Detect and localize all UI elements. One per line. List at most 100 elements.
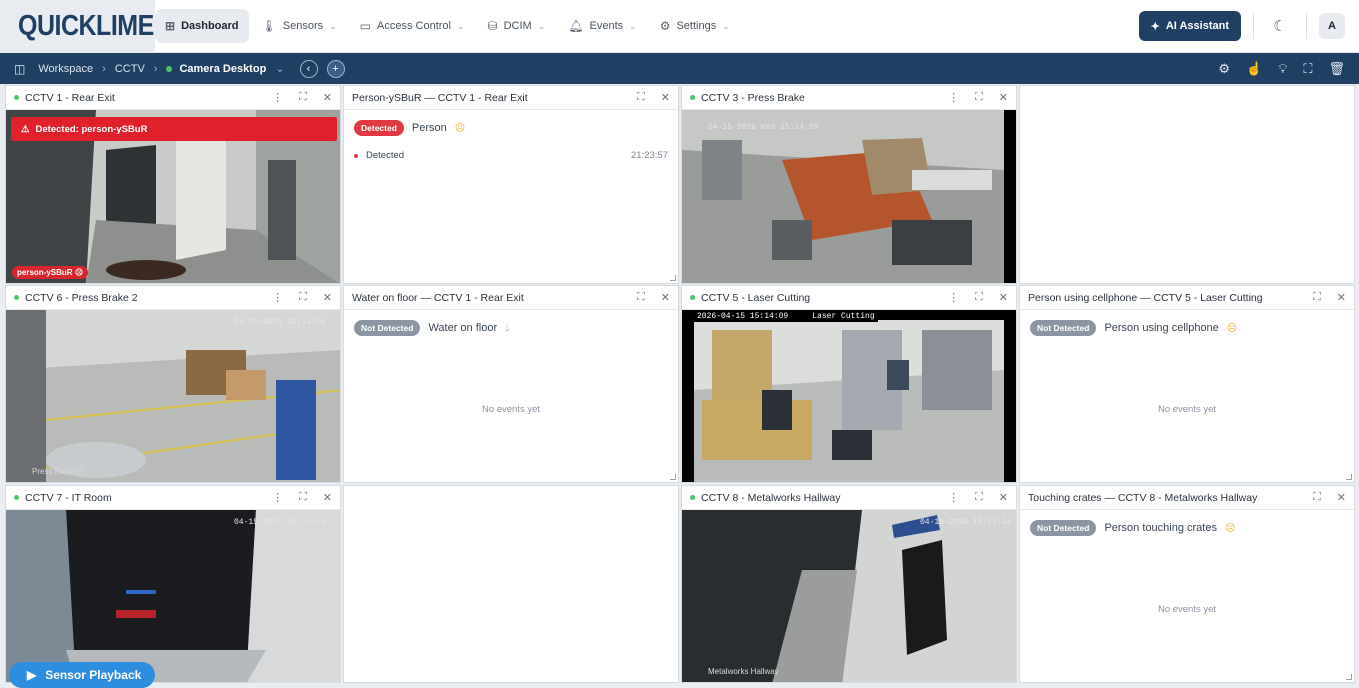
nav-access-control[interactable]: ▭ Access Control ⌄	[350, 9, 475, 43]
camera-panel-cctv5[interactable]: CCTV 5 - Laser Cutting ⋮ ⛶ ✕ 2026-04-15 15…	[681, 285, 1017, 483]
close-icon[interactable]: ✕	[661, 91, 670, 104]
nav-dcim[interactable]: ⛁ DCIM ⌄	[478, 9, 556, 43]
event-panel-cellphone[interactable]: Person using cellphone — CCTV 5 - Laser …	[1019, 285, 1355, 483]
lightbulb-icon[interactable]: 💡︎	[1278, 61, 1287, 77]
online-dot	[14, 295, 19, 300]
nav-dashboard[interactable]: ⊞ Dashboard	[155, 9, 249, 43]
resize-handle[interactable]	[670, 275, 676, 281]
panel-header: Person-ySBuR — CCTV 1 - Rear Exit ⛶ ✕	[344, 86, 678, 110]
ai-assistant-button[interactable]: ✦ AI Assistant	[1138, 11, 1241, 41]
resize-handle[interactable]	[1346, 674, 1352, 680]
app-logo[interactable]: QUICKLIME	[0, 0, 155, 57]
camera-feed[interactable]: ⚠ Detected: person-ySBuR person-ySBuR ☹	[6, 110, 340, 283]
sidebar-toggle-icon[interactable]: ◫	[14, 62, 25, 76]
expand-icon[interactable]: ⛶	[299, 291, 307, 304]
more-icon[interactable]: ⋮	[948, 91, 959, 104]
close-icon[interactable]: ✕	[1337, 491, 1346, 504]
back-button[interactable]: ‹	[299, 59, 318, 78]
event-dot	[354, 153, 358, 158]
avatar[interactable]: A	[1319, 13, 1345, 39]
camera-feed[interactable]: 2026-04-15 15:14:09 Laser Cutting	[682, 310, 1016, 482]
panel-title: Water on floor — CCTV 1 - Rear Exit	[352, 291, 524, 304]
camera-name-overlay: Press Brake 2	[32, 467, 83, 476]
event-panel-water[interactable]: Water on floor — CCTV 1 - Rear Exit ⛶ ✕ N…	[343, 285, 679, 483]
sensor-playback-label: Sensor Playback	[45, 668, 142, 682]
more-icon[interactable]: ⋮	[272, 291, 283, 304]
gear-icon[interactable]: ⚙	[1218, 61, 1230, 77]
camera-feed[interactable]: 04-15-2026 15:14:14 Press Brake 2	[6, 310, 340, 482]
trash-icon[interactable]: 🗑︎	[1328, 61, 1345, 77]
expand-icon[interactable]: ⛶	[299, 91, 307, 104]
camera-timestamp: 04-15-2026 15:14:14	[234, 518, 326, 527]
nav-access-control-label: Access Control	[377, 20, 451, 32]
resize-handle[interactable]	[670, 474, 676, 480]
close-icon[interactable]: ✕	[661, 291, 670, 304]
breadcrumb-current[interactable]: Camera Desktop	[179, 63, 266, 75]
close-icon[interactable]: ✕	[999, 91, 1008, 104]
panel-header: CCTV 1 - Rear Exit ⋮ ⛶ ✕	[6, 86, 340, 110]
expand-icon[interactable]: ⛶	[637, 91, 645, 104]
hand-icon[interactable]: ☝	[1246, 61, 1262, 77]
more-icon[interactable]: ⋮	[948, 491, 959, 504]
expand-icon[interactable]: ⛶	[975, 91, 983, 104]
close-icon[interactable]: ✕	[323, 491, 332, 504]
expand-icon[interactable]: ⛶	[1313, 291, 1321, 304]
nav-sensors[interactable]: 🌡︎ Sensors ⌄	[252, 9, 347, 43]
play-icon: ▶	[27, 668, 37, 682]
resize-handle[interactable]	[1346, 474, 1352, 480]
close-icon[interactable]: ✕	[323, 91, 332, 104]
sensor-playback-button[interactable]: ▶ Sensor Playback	[9, 662, 155, 688]
close-icon[interactable]: ✕	[999, 491, 1008, 504]
panel-title: CCTV 5 - Laser Cutting	[701, 291, 811, 304]
close-icon[interactable]: ✕	[1337, 291, 1346, 304]
camera-scene	[6, 510, 340, 682]
camera-panel-cctv1[interactable]: CCTV 1 - Rear Exit ⋮ ⛶ ✕ ⚠ Detected: perso…	[5, 85, 341, 284]
empty-slot	[343, 485, 679, 683]
divider	[1253, 13, 1254, 39]
camera-feed[interactable]: 04-15-2026 Wed 15:14:09	[682, 110, 1016, 283]
fullscreen-icon[interactable]: ⛶	[1303, 61, 1312, 77]
breadcrumb-cctv[interactable]: CCTV	[115, 63, 145, 75]
panel-header: CCTV 3 - Press Brake ⋮ ⛶ ✕	[682, 86, 1016, 110]
panel-title: Person using cellphone — CCTV 5 - Laser …	[1028, 291, 1263, 304]
chevron-down-icon[interactable]: ⌄	[275, 62, 284, 75]
camera-panel-cctv7[interactable]: CCTV 7 - IT Room ⋮ ⛶ ✕ 04-15-2026 15:14:14	[5, 485, 341, 683]
divider	[1306, 13, 1307, 39]
camera-panel-cctv6[interactable]: CCTV 6 - Press Brake 2 ⋮ ⛶ ✕ 04-15-2026 15…	[5, 285, 341, 483]
chevron-down-icon: ⌄	[537, 20, 546, 31]
event-panel-person[interactable]: Person-ySBuR — CCTV 1 - Rear Exit ⛶ ✕ Det…	[343, 85, 679, 284]
camera-feed[interactable]: 04-15-2026 15:14:14 Metalworks Hallway	[682, 510, 1016, 682]
expand-icon[interactable]: ⛶	[299, 491, 307, 504]
close-icon[interactable]: ✕	[999, 291, 1008, 304]
camera-panel-cctv8[interactable]: CCTV 8 - Metalworks Hallway ⋮ ⛶ ✕ 04-15-20…	[681, 485, 1017, 683]
breadcrumb-workspace[interactable]: Workspace	[38, 63, 93, 75]
panel-header: Water on floor — CCTV 1 - Rear Exit ⛶ ✕	[344, 286, 678, 310]
nav-dcim-label: DCIM	[503, 20, 532, 32]
top-navbar: QUICKLIME ⊞ Dashboard 🌡︎ Sensors ⌄ ▭ Acc…	[0, 0, 1359, 57]
camera-panel-cctv3[interactable]: CCTV 3 - Press Brake ⋮ ⛶ ✕ 04-15-2026 Wed …	[681, 85, 1017, 284]
detection-alert: ⚠ Detected: person-ySBuR	[11, 117, 337, 141]
expand-icon[interactable]: ⛶	[1313, 491, 1321, 504]
nav-settings[interactable]: ⚙ Settings ⌄	[650, 9, 740, 43]
event-row[interactable]: Detected 21:23:57	[354, 150, 668, 161]
more-icon[interactable]: ⋮	[272, 491, 283, 504]
more-icon[interactable]: ⋮	[948, 291, 959, 304]
chevron-down-icon: ⌄	[629, 20, 637, 31]
person-tag: person-ySBuR ☹	[12, 266, 89, 279]
more-icon[interactable]: ⋮	[272, 91, 283, 104]
event-panel-crates[interactable]: Touching crates — CCTV 8 - Metalworks Ha…	[1019, 485, 1355, 683]
close-icon[interactable]: ✕	[323, 291, 332, 304]
status-badge: Not Detected	[1030, 320, 1097, 336]
expand-icon[interactable]: ⛶	[975, 491, 983, 504]
person-tag-label: person-ySBuR	[17, 268, 73, 277]
panel-header: CCTV 7 - IT Room ⋮ ⛶ ✕	[6, 486, 340, 510]
add-panel-button[interactable]: +	[326, 59, 345, 78]
chevron-down-icon: ⌄	[722, 20, 730, 31]
online-dot	[690, 495, 695, 500]
panel-header: Touching crates — CCTV 8 - Metalworks Ha…	[1020, 486, 1354, 510]
expand-icon[interactable]: ⛶	[975, 291, 983, 304]
moon-icon[interactable]: ☾	[1266, 17, 1294, 35]
nav-events[interactable]: 🔔︎ Events ⌄	[558, 9, 646, 43]
expand-icon[interactable]: ⛶	[637, 291, 645, 304]
camera-feed[interactable]: 04-15-2026 15:14:14	[6, 510, 340, 682]
